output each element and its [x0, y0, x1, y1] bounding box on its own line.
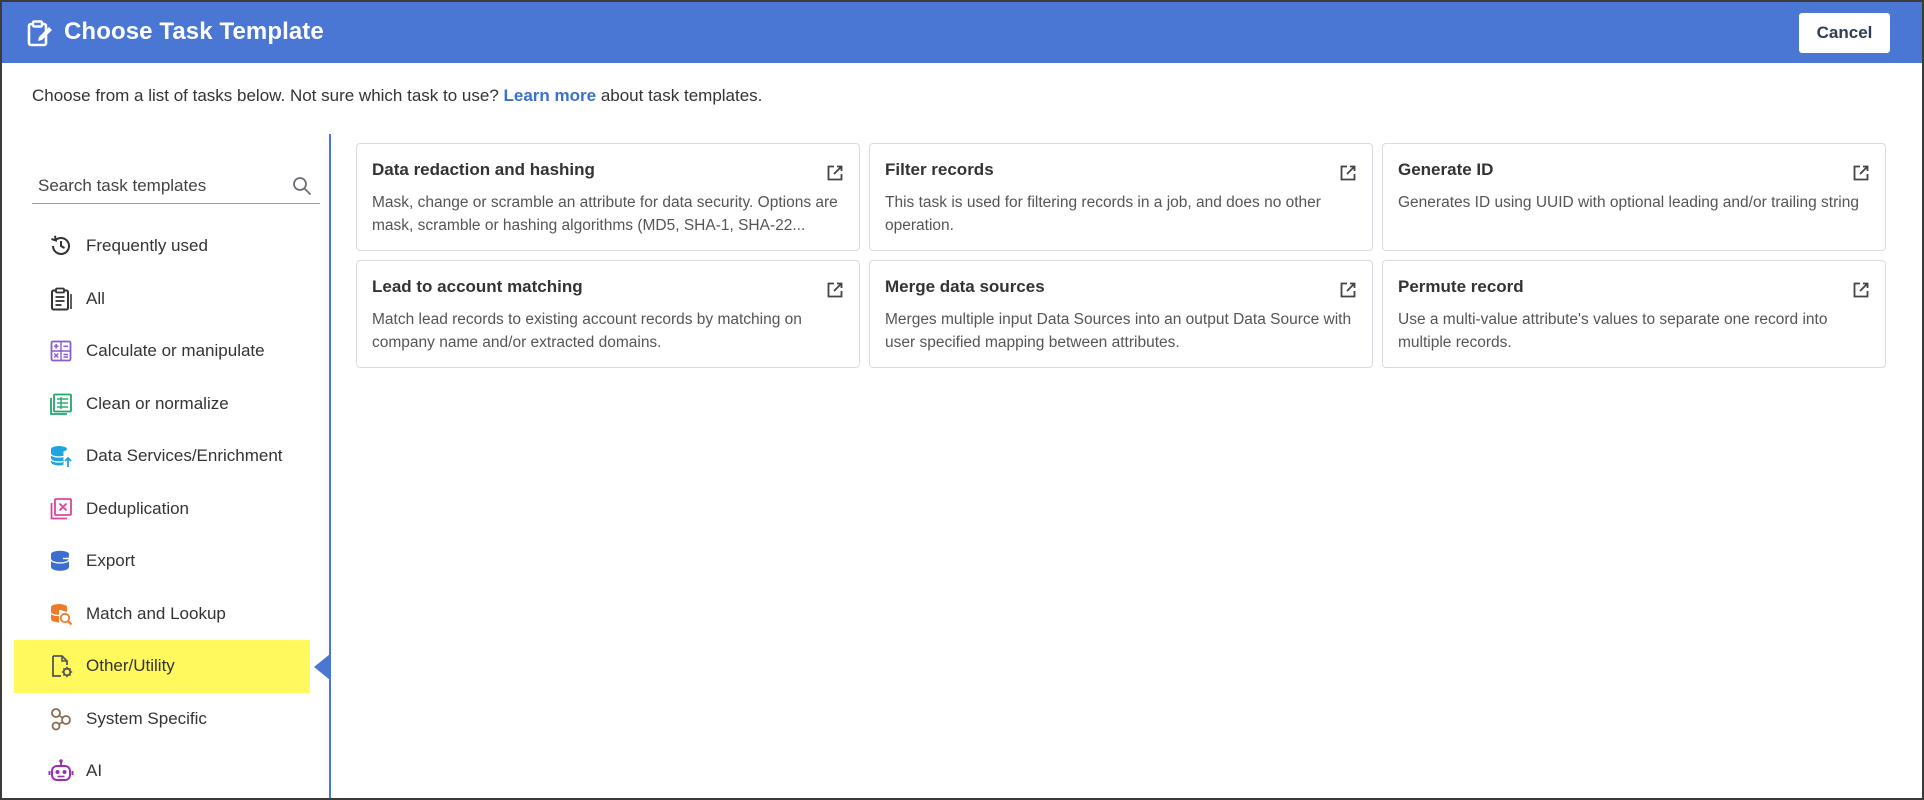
task-template-grid: Data redaction and hashing Mask, change …	[356, 143, 1886, 368]
category-label: Export	[86, 551, 136, 571]
open-external-icon[interactable]	[1338, 163, 1358, 183]
task-card-title: Lead to account matching	[372, 277, 583, 296]
category-label: Frequently used	[86, 236, 208, 256]
open-external-icon[interactable]	[1851, 163, 1871, 183]
task-card-title: Generate ID	[1398, 160, 1494, 179]
intro-text-after: about task templates.	[596, 86, 763, 105]
category-label: Match and Lookup	[86, 603, 226, 623]
search-input[interactable]	[38, 172, 278, 200]
task-card-title: Permute record	[1398, 277, 1524, 296]
task-card-title: Data redaction and hashing	[372, 160, 595, 179]
open-external-icon[interactable]	[1851, 280, 1871, 300]
category-label: Data Services/Enrichment	[86, 446, 283, 466]
learn-more-link[interactable]: Learn more	[504, 86, 597, 105]
task-card-description: Merges multiple input Data Sources into …	[885, 311, 1352, 351]
category-item-calculate-or-manipulate[interactable]: Calculate or manipulate	[14, 325, 310, 378]
category-label: Deduplication	[86, 498, 190, 518]
category-item-clean-or-normalize[interactable]: Clean or normalize	[14, 378, 310, 431]
dialog-title: Choose Task Template	[64, 18, 324, 45]
category-item-other-utility[interactable]: Other/Utility	[14, 640, 310, 693]
task-card-generate-id[interactable]: Generate ID Generates ID using UUID with…	[1382, 143, 1886, 251]
open-external-icon[interactable]	[825, 280, 845, 300]
category-label: All	[86, 288, 105, 308]
open-external-icon[interactable]	[1338, 280, 1358, 300]
sidebar-divider	[329, 134, 331, 798]
category-sidebar: Frequently used All Calculate or manipul…	[2, 134, 330, 798]
database-search-icon	[48, 601, 74, 627]
clipboard-edit-icon	[27, 20, 52, 47]
active-category-pointer	[314, 654, 330, 680]
robot-icon	[48, 758, 74, 784]
category-item-match-and-lookup[interactable]: Match and Lookup	[14, 588, 310, 641]
category-item-frequently-used[interactable]: Frequently used	[14, 220, 310, 273]
category-list: Frequently used All Calculate or manipul…	[14, 220, 310, 798]
database-export-icon	[48, 548, 74, 574]
category-item-data-services-enrichment[interactable]: Data Services/Enrichment	[14, 430, 310, 483]
history-icon	[48, 233, 74, 259]
category-label: Clean or normalize	[86, 393, 229, 413]
calculator-icon	[48, 338, 74, 364]
category-item-export[interactable]: Export	[14, 535, 310, 588]
task-card-lead-to-account-matching[interactable]: Lead to account matching Match lead reco…	[356, 260, 860, 368]
task-card-title: Merge data sources	[885, 277, 1045, 296]
task-card-description: Generates ID using UUID with optional le…	[1398, 194, 1859, 211]
clipboard-list-icon	[48, 286, 74, 312]
intro-text-before: Choose from a list of tasks below. Not s…	[32, 86, 504, 105]
task-card-permute-record[interactable]: Permute record Use a multi-value attribu…	[1382, 260, 1886, 368]
category-label: AI	[86, 761, 103, 781]
task-card-data-redaction-and-hashing[interactable]: Data redaction and hashing Mask, change …	[356, 143, 860, 251]
task-card-description: Use a multi-value attribute's values to …	[1398, 311, 1828, 351]
task-card-description: Mask, change or scramble an attribute fo…	[372, 194, 838, 234]
category-label: Other/Utility	[86, 656, 175, 676]
task-card-filter-records[interactable]: Filter records This task is used for fil…	[869, 143, 1373, 251]
category-item-deduplication[interactable]: Deduplication	[14, 483, 310, 536]
open-external-icon[interactable]	[825, 163, 845, 183]
database-upload-icon	[48, 443, 74, 469]
search-box	[32, 170, 320, 204]
search-icon[interactable]	[292, 176, 312, 196]
category-item-ai[interactable]: AI	[14, 745, 310, 798]
intro-text: Choose from a list of tasks below. Not s…	[32, 86, 762, 106]
nodes-icon	[48, 706, 74, 732]
duplicate-remove-icon	[48, 496, 74, 522]
cancel-button[interactable]: Cancel	[1799, 13, 1890, 53]
file-gear-icon	[48, 653, 74, 679]
dialog-frame: Choose Task Template Cancel Choose from …	[0, 0, 1924, 800]
task-card-merge-data-sources[interactable]: Merge data sources Merges multiple input…	[869, 260, 1373, 368]
task-card-description: Match lead records to existing account r…	[372, 311, 802, 351]
category-label: System Specific	[86, 708, 207, 728]
category-item-system-specific[interactable]: System Specific	[14, 693, 310, 746]
task-card-description: This task is used for filtering records …	[885, 194, 1321, 234]
category-label: Calculate or manipulate	[86, 341, 265, 361]
dialog-header: Choose Task Template Cancel	[2, 2, 1922, 63]
task-card-title: Filter records	[885, 160, 994, 179]
spreadsheet-icon	[48, 391, 74, 417]
category-item-all[interactable]: All	[14, 273, 310, 326]
